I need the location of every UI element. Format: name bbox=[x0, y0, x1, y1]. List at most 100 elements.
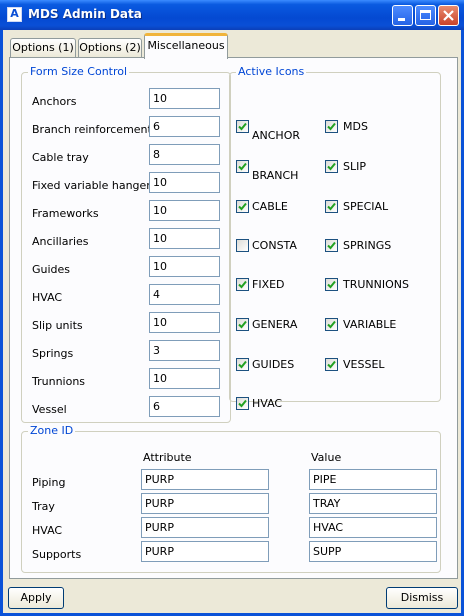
frameworks-label: Frameworks bbox=[32, 207, 99, 220]
zone-label-piping: Piping bbox=[32, 476, 66, 489]
checkbox-label-variable: VARIABLE bbox=[343, 318, 397, 331]
checkbox-mds[interactable] bbox=[325, 120, 338, 133]
anchors-label: Anchors bbox=[32, 95, 77, 108]
cable-tray-label: Cable tray bbox=[32, 151, 89, 164]
checkbox-trunnions[interactable] bbox=[325, 278, 338, 291]
branch-reinforcements-input[interactable]: 6 bbox=[149, 116, 220, 137]
zone-label-hvac: HVAC bbox=[32, 524, 63, 537]
hvac-value-input[interactable]: HVAC bbox=[309, 517, 437, 538]
checkmark-icon bbox=[327, 241, 336, 250]
checkbox-slip[interactable] bbox=[325, 160, 338, 173]
app-icon[interactable]: A bbox=[7, 7, 22, 22]
supports-value-input[interactable]: SUPP bbox=[309, 541, 437, 562]
client-area: Options (1) Options (2) Miscellaneous Fo… bbox=[3, 30, 461, 613]
checkbox-springs[interactable] bbox=[325, 239, 338, 252]
anchors-input[interactable]: 10 bbox=[149, 88, 220, 109]
checkbox-genera[interactable] bbox=[236, 318, 249, 331]
piping-attribute-input[interactable]: PURP bbox=[141, 469, 269, 490]
maximize-button[interactable] bbox=[415, 5, 436, 26]
checkbox-guides[interactable] bbox=[236, 358, 249, 371]
checkbox-label-trunnions: TRUNNIONS bbox=[343, 278, 409, 291]
dismiss-button[interactable]: Dismiss bbox=[386, 587, 458, 609]
checkbox-label-hvac: HVAC bbox=[252, 397, 283, 410]
checkbox-label-special: SPECIAL bbox=[343, 200, 389, 213]
checkbox-label-cable: CABLE bbox=[252, 200, 288, 213]
value-column-header: Value bbox=[311, 451, 342, 464]
checkbox-label-anchor: ANCHOR bbox=[252, 129, 301, 142]
tab-miscellaneous[interactable]: Miscellaneous bbox=[144, 33, 228, 59]
zone-id-title: Zone ID bbox=[28, 424, 76, 437]
checkbox-hvac[interactable] bbox=[236, 397, 249, 410]
guides-input[interactable]: 10 bbox=[149, 256, 220, 277]
checkbox-label-fixed: FIXED bbox=[252, 278, 285, 291]
attribute-column-header: Attribute bbox=[143, 451, 192, 464]
checkbox-label-springs: SPRINGS bbox=[343, 239, 392, 252]
checkbox-label-mds: MDS bbox=[343, 120, 368, 133]
piping-value-input[interactable]: PIPE bbox=[309, 469, 437, 490]
maximize-icon bbox=[420, 10, 431, 20]
supports-attribute-input[interactable]: PURP bbox=[141, 541, 269, 562]
cable-tray-input[interactable]: 8 bbox=[149, 144, 220, 165]
checkbox-label-vessel: VESSEL bbox=[343, 358, 385, 371]
close-button[interactable] bbox=[438, 5, 459, 26]
tray-value-input[interactable]: TRAY bbox=[309, 493, 437, 514]
checkbox-label-slip: SLIP bbox=[343, 160, 366, 173]
tab-options-1[interactable]: Options (1) bbox=[10, 38, 76, 57]
minimize-icon bbox=[398, 18, 405, 21]
vessel-label: Vessel bbox=[32, 403, 67, 416]
form-size-control-title: Form Size Control bbox=[28, 65, 130, 78]
tray-attribute-input[interactable]: PURP bbox=[141, 493, 269, 514]
vessel-input[interactable]: 6 bbox=[149, 396, 220, 417]
fixed-variable-hangers-label: Fixed variable hangers bbox=[32, 179, 157, 192]
hvac-size-input[interactable]: 4 bbox=[149, 284, 220, 305]
checkbox-consta[interactable] bbox=[236, 239, 249, 252]
frameworks-input[interactable]: 10 bbox=[149, 200, 220, 221]
close-icon bbox=[443, 10, 454, 21]
checkbox-label-branch: BRANCH bbox=[252, 169, 299, 182]
checkmark-icon bbox=[327, 122, 336, 131]
checkmark-icon bbox=[238, 162, 247, 171]
checkbox-cable[interactable] bbox=[236, 200, 249, 213]
checkbox-vessel[interactable] bbox=[325, 358, 338, 371]
hvac-size-label: HVAC bbox=[32, 291, 63, 304]
checkbox-special[interactable] bbox=[325, 200, 338, 213]
checkmark-icon bbox=[238, 360, 247, 369]
checkmark-icon bbox=[238, 280, 247, 289]
window-title: MDS Admin Data bbox=[28, 7, 142, 21]
trunnions-input[interactable]: 10 bbox=[149, 368, 220, 389]
checkbox-fixed[interactable] bbox=[236, 278, 249, 291]
checkbox-branch[interactable] bbox=[236, 160, 249, 173]
apply-button[interactable]: Apply bbox=[8, 587, 64, 609]
app-icon-glyph: A bbox=[10, 7, 19, 20]
tab-panel-miscellaneous: Form Size Control Anchors 10 Branch rein… bbox=[9, 57, 458, 579]
slip-units-input[interactable]: 10 bbox=[149, 312, 220, 333]
checkbox-label-consta: CONSTA bbox=[252, 239, 297, 252]
checkbox-label-guides: GUIDES bbox=[252, 358, 295, 371]
branch-reinforcements-label: Branch reinforcements bbox=[32, 123, 158, 136]
app-window: A MDS Admin Data Options (1) Options (2)… bbox=[0, 0, 464, 616]
checkmark-icon bbox=[327, 360, 336, 369]
checkmark-icon bbox=[238, 320, 247, 329]
zone-label-tray: Tray bbox=[32, 500, 55, 513]
guides-label: Guides bbox=[32, 263, 71, 276]
tab-options-2[interactable]: Options (2) bbox=[78, 38, 142, 57]
zone-label-supports: Supports bbox=[32, 548, 82, 561]
checkmark-icon bbox=[327, 162, 336, 171]
trunnions-label: Trunnions bbox=[32, 375, 86, 388]
checkmark-icon bbox=[238, 202, 247, 211]
checkmark-icon bbox=[238, 399, 247, 408]
minimize-button[interactable] bbox=[392, 5, 413, 26]
ancillaries-input[interactable]: 10 bbox=[149, 228, 220, 249]
checkbox-anchor[interactable] bbox=[236, 120, 249, 133]
fixed-variable-hangers-input[interactable]: 10 bbox=[149, 172, 220, 193]
checkbox-variable[interactable] bbox=[325, 318, 338, 331]
checkmark-icon bbox=[238, 122, 247, 131]
title-bar[interactable]: A MDS Admin Data bbox=[0, 0, 464, 30]
checkmark-icon bbox=[327, 320, 336, 329]
hvac-attribute-input[interactable]: PURP bbox=[141, 517, 269, 538]
springs-input[interactable]: 3 bbox=[149, 340, 220, 361]
slip-units-label: Slip units bbox=[32, 319, 83, 332]
checkmark-icon bbox=[327, 202, 336, 211]
active-icons-title: Active Icons bbox=[236, 65, 307, 78]
checkmark-icon bbox=[327, 280, 336, 289]
